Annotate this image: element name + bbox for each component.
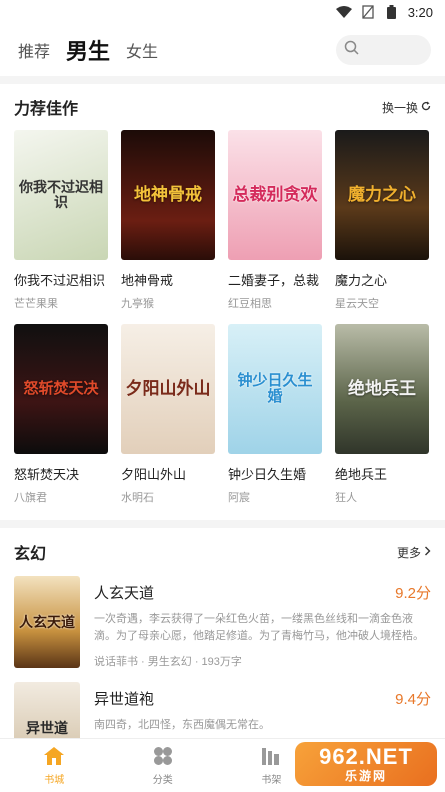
no-signal-icon (360, 5, 376, 19)
book-card[interactable]: 你我不过迟相识 你我不过迟相识 芒芒果果 (14, 130, 108, 324)
book-title: 异世道袍 (94, 691, 155, 708)
cover-title: 绝地兵王 (348, 378, 416, 398)
cover-title: 怒斩焚天决 (23, 379, 99, 397)
book-author: 九亭猴 (121, 298, 154, 310)
book-author: 芒芒果果 (14, 298, 58, 310)
section-title: 玄幻 (14, 546, 47, 563)
wifi-icon (335, 5, 352, 19)
watermark-subtext: 乐游网 (344, 769, 387, 783)
book-title: 绝地兵王 (335, 467, 388, 482)
cover-title: 异世道 (26, 720, 68, 736)
category-icon (152, 746, 174, 769)
nav-label: 书城 (44, 774, 65, 786)
cover-title: 魔力之心 (348, 184, 416, 204)
book-title: 你我不过迟相识 (14, 273, 106, 288)
book-card[interactable]: 绝地兵王 绝地兵王 狂人 (335, 324, 429, 518)
watermark-logo: 962.NET 乐游网 (295, 742, 437, 786)
section-divider (0, 520, 445, 528)
book-score: 9.2分 (395, 585, 431, 602)
section-title: 力荐佳作 (14, 101, 79, 118)
book-author: 红豆相思 (228, 298, 272, 310)
more-label: 更多 (396, 545, 421, 560)
book-card[interactable]: 钟少日久生婚 钟少日久生婚 阿宸 (228, 324, 322, 518)
book-author: 星云天空 (335, 298, 379, 310)
book-cover: 钟少日久生婚 (228, 324, 322, 454)
book-meta: 说话菲书 · 男生玄幻 · 193万字 (94, 656, 242, 668)
nav-category[interactable]: 分类 (109, 739, 218, 792)
status-time: 3:20 (407, 4, 433, 20)
fantasy-header: 玄幻 更多 (0, 528, 445, 576)
refresh-button[interactable]: 换一换 (382, 99, 431, 116)
cover-title: 你我不过迟相识 (19, 178, 103, 210)
book-score: 9.4分 (395, 691, 431, 708)
cover-title: 地神骨戒 (134, 184, 202, 204)
book-cover: 人玄天道 (14, 576, 80, 668)
list-item[interactable]: 人玄天道 人玄天道 9.2分 一次奇遇，李云获得了一朵红色火苗，一缕黑色丝线和一… (0, 576, 445, 682)
cover-title: 夕阳山外山 (125, 378, 211, 398)
book-author: 狂人 (335, 492, 357, 504)
cover-title: 人玄天道 (19, 614, 75, 630)
tab-male[interactable]: 男生 (66, 34, 110, 66)
bookshelf-icon (260, 746, 282, 769)
book-info: 人玄天道 9.2分 一次奇遇，李云获得了一朵红色火苗，一缕黑色丝线和一滴金色液滴… (94, 576, 431, 682)
status-bar: 3:20 (0, 0, 445, 24)
book-cover: 地神骨戒 (121, 130, 215, 260)
nav-label: 分类 (152, 774, 173, 786)
book-card[interactable]: 怒斩焚天决 怒斩焚天决 八旗君 (14, 324, 108, 518)
book-card[interactable]: 魔力之心 魔力之心 星云天空 (335, 130, 429, 324)
book-author: 八旗君 (14, 492, 47, 504)
book-title: 魔力之心 (335, 273, 388, 288)
book-card[interactable]: 总裁别贪欢 二婚妻子，总裁 红豆相思 (228, 130, 322, 324)
search-box[interactable] (336, 35, 431, 65)
section-divider (0, 76, 445, 84)
more-button[interactable]: 更多 (397, 544, 431, 561)
book-title: 怒斩焚天决 (14, 467, 80, 482)
book-title: 二婚妻子，总裁 (228, 273, 320, 288)
book-cover: 怒斩焚天决 (14, 324, 108, 454)
book-cover: 魔力之心 (335, 130, 429, 260)
recommend-header: 力荐佳作 换一换 (0, 84, 445, 130)
tab-female[interactable]: 女生 (126, 38, 158, 62)
book-title: 地神骨戒 (121, 273, 174, 288)
book-card[interactable]: 夕阳山外山 夕阳山外山 水明石 (121, 324, 215, 518)
tab-recommend[interactable]: 推荐 (18, 38, 50, 62)
book-card[interactable]: 地神骨戒 地神骨戒 九亭猴 (121, 130, 215, 324)
top-nav: 推荐 男生 女生 (0, 24, 445, 76)
book-cover: 你我不过迟相识 (14, 130, 108, 260)
chevron-right-icon (424, 545, 431, 559)
book-author: 阿宸 (228, 492, 250, 504)
nav-bookstore[interactable]: 书城 (0, 739, 109, 792)
book-cover: 总裁别贪欢 (228, 130, 322, 260)
recommend-grid: 你我不过迟相识 你我不过迟相识 芒芒果果 地神骨戒 地神骨戒 九亭猴 总裁别贪欢… (0, 130, 445, 518)
cover-title: 钟少日久生婚 (237, 371, 313, 405)
refresh-icon (421, 100, 431, 114)
search-icon (344, 40, 359, 60)
refresh-label: 换一换 (381, 100, 418, 115)
cover-title: 总裁别贪欢 (232, 184, 318, 204)
book-cover: 绝地兵王 (335, 324, 429, 454)
book-description: 一次奇遇，李云获得了一朵红色火苗，一缕黑色丝线和一滴金色液滴。为了母亲心愿，他踏… (94, 613, 424, 642)
book-author: 水明石 (121, 492, 154, 504)
book-title: 夕阳山外山 (121, 467, 187, 482)
book-title: 人玄天道 (94, 585, 155, 602)
battery-icon (384, 5, 400, 19)
book-cover: 夕阳山外山 (121, 324, 215, 454)
home-icon (43, 746, 65, 769)
book-title: 钟少日久生婚 (228, 467, 307, 482)
nav-label: 书架 (261, 774, 282, 786)
